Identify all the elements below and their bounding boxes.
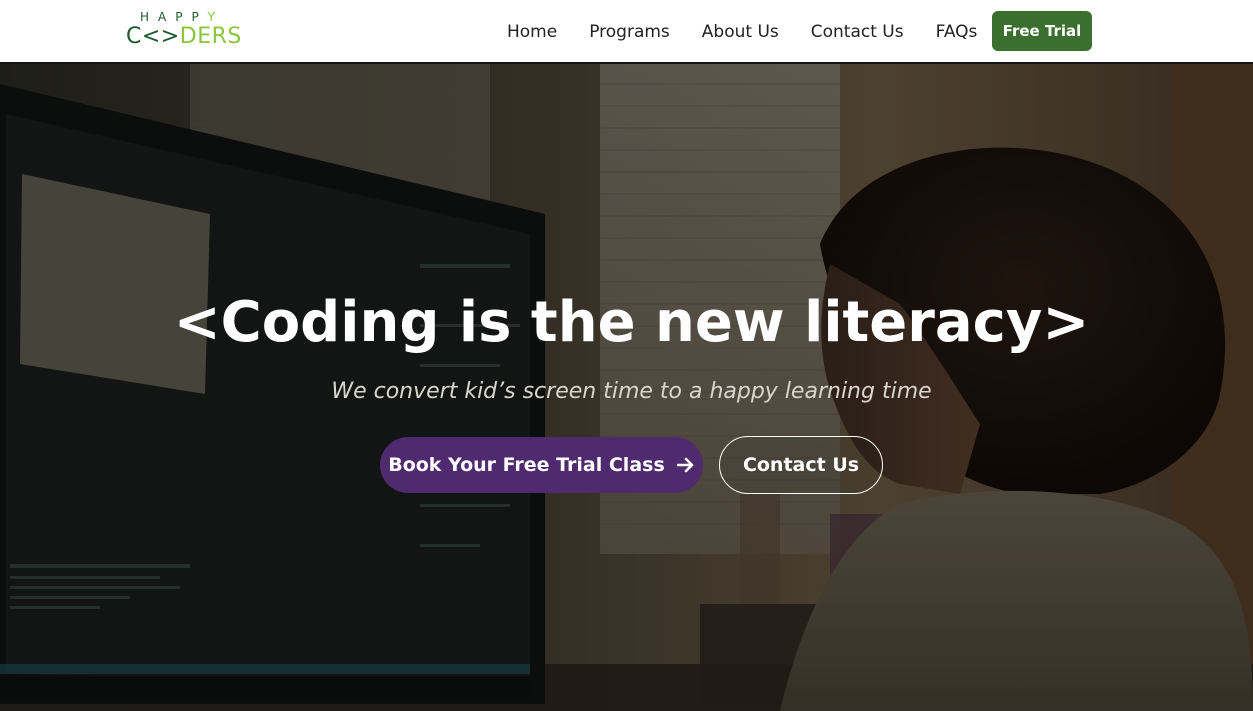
- nav-link-home[interactable]: Home: [507, 22, 557, 42]
- nav-link-faqs[interactable]: FAQs: [936, 22, 978, 42]
- free-trial-button[interactable]: Free Trial: [992, 11, 1092, 51]
- logo-top-text: HAPPY: [140, 10, 224, 24]
- hero-subtitle: We convert kid’s screen time to a happy …: [331, 379, 932, 404]
- book-free-trial-button[interactable]: Book Your Free Trial Class: [380, 437, 703, 493]
- contact-us-button[interactable]: Contact Us: [719, 436, 883, 494]
- hero-title: <Coding is the new literacy>: [173, 290, 1090, 355]
- happy-coders-logo[interactable]: HAPPY C<>DERS: [126, 10, 250, 52]
- nav-link-contact-us[interactable]: Contact Us: [811, 22, 904, 42]
- book-free-trial-label: Book Your Free Trial Class: [388, 454, 665, 476]
- hero-section: <Coding is the new literacy> We convert …: [0, 64, 1253, 711]
- main-nav: Home Programs About Us Contact Us FAQs: [507, 0, 1009, 63]
- hero-content: <Coding is the new literacy> We convert …: [0, 64, 1253, 711]
- logo-bottom-text: C<>DERS: [126, 24, 242, 49]
- top-navbar: HAPPY C<>DERS Home Programs About Us Con…: [0, 0, 1253, 63]
- nav-link-about-us[interactable]: About Us: [702, 22, 779, 42]
- nav-link-programs[interactable]: Programs: [589, 22, 670, 42]
- arrow-right-icon: [676, 457, 694, 473]
